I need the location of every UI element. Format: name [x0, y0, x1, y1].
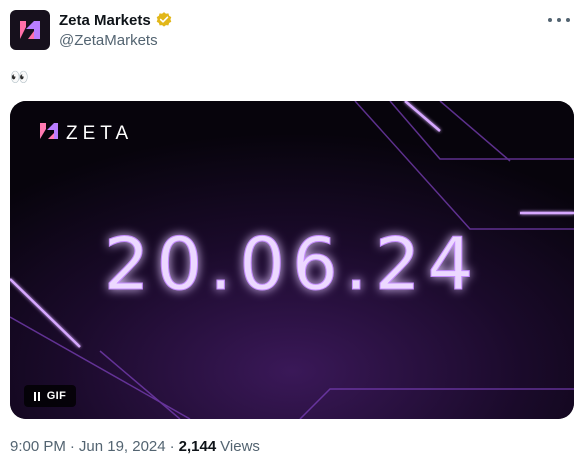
tweet-meta: 9:00 PM · Jun 19, 2024 · 2,144 Views [10, 438, 260, 455]
tweet: Zeta Markets @ZetaMarkets 👀 ZETA 20.06.2… [0, 0, 584, 463]
gif-label: GIF [46, 390, 67, 402]
avatar[interactable] [10, 10, 50, 50]
gif-frame: ZETA 20.06.24 [10, 101, 574, 419]
display-name[interactable]: Zeta Markets [59, 12, 151, 29]
brand-name: ZETA [66, 123, 133, 144]
tweet-header: Zeta Markets @ZetaMarkets [10, 10, 173, 52]
media-gif[interactable]: ZETA 20.06.24 GIF [10, 101, 574, 419]
verified-badge-icon [155, 11, 173, 29]
tweet-date[interactable]: Jun 19, 2024 [79, 438, 166, 455]
pause-icon[interactable] [33, 391, 40, 401]
views-count[interactable]: 2,144 [179, 438, 217, 455]
views-label: Views [220, 438, 260, 455]
more-options-icon[interactable] [548, 12, 570, 28]
gif-badge[interactable]: GIF [24, 385, 76, 407]
meta-separator: · [169, 438, 175, 455]
handle[interactable]: @ZetaMarkets [59, 32, 173, 49]
author-names: Zeta Markets @ZetaMarkets [59, 10, 173, 49]
headline-date: 20.06.24 [104, 222, 481, 306]
tweet-text: 👀 [10, 69, 30, 86]
tweet-time[interactable]: 9:00 PM [10, 438, 66, 455]
zeta-logo-icon [20, 21, 40, 39]
meta-separator: · [69, 438, 75, 455]
